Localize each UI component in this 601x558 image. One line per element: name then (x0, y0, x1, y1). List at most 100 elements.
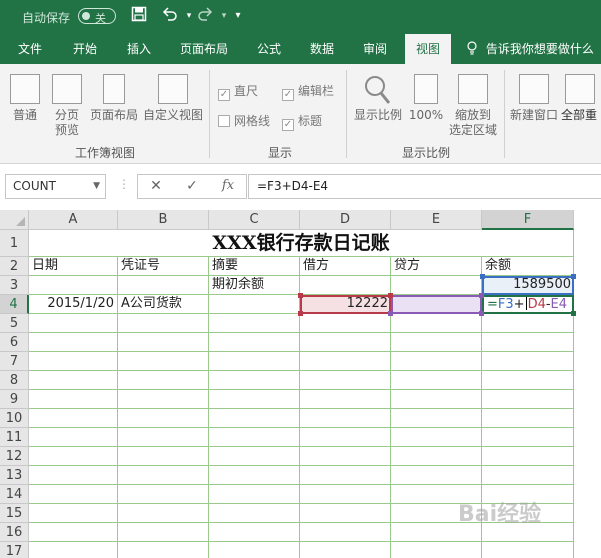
cell-c2[interactable]: 摘要 (209, 257, 300, 276)
fill-handle[interactable] (571, 311, 576, 316)
row-header-3[interactable]: 3 (0, 276, 29, 295)
cell-c12[interactable] (209, 447, 300, 466)
cell-d13[interactable] (300, 466, 391, 485)
tab-formulas[interactable]: 公式 (247, 34, 291, 64)
cell-c10[interactable] (209, 409, 300, 428)
enter-icon[interactable]: ✓ (182, 178, 202, 194)
cell-b10[interactable] (118, 409, 209, 428)
row-header-5[interactable]: 5 (0, 314, 29, 333)
select-all-corner[interactable] (0, 210, 29, 230)
cell-e6[interactable] (391, 333, 482, 352)
cell-e10[interactable] (391, 409, 482, 428)
row-header-11[interactable]: 11 (0, 428, 29, 447)
cell-d4[interactable]: 12222 (300, 295, 391, 314)
cell-f8[interactable] (482, 371, 574, 390)
more-options-icon[interactable]: ⋮ (118, 177, 130, 191)
column-header-e[interactable]: E (391, 210, 482, 230)
column-header-d[interactable]: D (300, 210, 391, 230)
column-header-b[interactable]: B (118, 210, 209, 230)
cell-b6[interactable] (118, 333, 209, 352)
sheet-title-cell[interactable]: XXX银行存款日记账 (29, 230, 574, 257)
cell-c8[interactable] (209, 371, 300, 390)
cell-a8[interactable] (29, 371, 118, 390)
ref-handle[interactable] (479, 293, 484, 298)
formula-input[interactable]: =F3+D4-E4 (248, 174, 601, 199)
cell-b9[interactable] (118, 390, 209, 409)
tab-review[interactable]: 审阅 (353, 34, 397, 64)
ref-handle[interactable] (298, 293, 303, 298)
cell-f5[interactable] (482, 314, 574, 333)
cell-b17[interactable] (118, 542, 209, 558)
zoom-button[interactable]: 显示比例 (352, 74, 404, 123)
tab-data[interactable]: 数据 (300, 34, 344, 64)
tab-page-layout[interactable]: 页面布局 (172, 34, 236, 64)
cell-b5[interactable] (118, 314, 209, 333)
cell-b11[interactable] (118, 428, 209, 447)
cell-f6[interactable] (482, 333, 574, 352)
row-header-4[interactable]: 4 (0, 295, 29, 314)
page-layout-view-button[interactable]: 页面布局 (88, 74, 140, 123)
column-header-c[interactable]: C (209, 210, 300, 230)
cell-b13[interactable] (118, 466, 209, 485)
row-header-13[interactable]: 13 (0, 466, 29, 485)
cell-b3[interactable] (118, 276, 209, 295)
cell-e13[interactable] (391, 466, 482, 485)
redo-icon[interactable] (195, 6, 215, 28)
cell-a4[interactable]: 2015/1/20 (29, 295, 118, 314)
cell-c4[interactable] (209, 295, 300, 314)
cell-d9[interactable] (300, 390, 391, 409)
cell-f3[interactable]: 1589500 (482, 276, 574, 295)
headings-checkbox[interactable]: ✓ 标题 (282, 112, 322, 131)
cell-f9[interactable] (482, 390, 574, 409)
cell-b7[interactable] (118, 352, 209, 371)
name-box[interactable]: COUNT ▼ (5, 174, 106, 199)
arrange-all-button[interactable]: 全部重 (561, 74, 601, 123)
tab-view[interactable]: 视图 (405, 34, 451, 64)
cell-a17[interactable] (29, 542, 118, 558)
cell-d2[interactable]: 借方 (300, 257, 391, 276)
cell-a13[interactable] (29, 466, 118, 485)
ref-handle[interactable] (388, 311, 393, 316)
ref-handle[interactable] (480, 274, 485, 279)
cell-e12[interactable] (391, 447, 482, 466)
cell-c7[interactable] (209, 352, 300, 371)
tab-insert[interactable]: 插入 (117, 34, 161, 64)
column-header-f[interactable]: F (482, 210, 574, 230)
cell-f17[interactable] (482, 542, 574, 558)
row-header-17[interactable]: 17 (0, 542, 29, 558)
new-window-button[interactable]: 新建窗口 (508, 74, 560, 123)
row-header-9[interactable]: 9 (0, 390, 29, 409)
row-header-12[interactable]: 12 (0, 447, 29, 466)
cancel-icon[interactable]: ✕ (146, 178, 166, 194)
cell-d12[interactable] (300, 447, 391, 466)
cell-f11[interactable] (482, 428, 574, 447)
cell-b14[interactable] (118, 485, 209, 504)
cell-f7[interactable] (482, 352, 574, 371)
zoom-to-selection-button[interactable]: 缩放到 选定区域 (446, 74, 500, 138)
cell-e5[interactable] (391, 314, 482, 333)
tab-file[interactable]: 文件 (8, 34, 52, 64)
cell-c15[interactable] (209, 504, 300, 523)
cell-a7[interactable] (29, 352, 118, 371)
cell-a2[interactable]: 日期 (29, 257, 118, 276)
cell-c13[interactable] (209, 466, 300, 485)
cell-c11[interactable] (209, 428, 300, 447)
cell-c17[interactable] (209, 542, 300, 558)
cell-a11[interactable] (29, 428, 118, 447)
cell-d11[interactable] (300, 428, 391, 447)
cell-c9[interactable] (209, 390, 300, 409)
formula-bar-checkbox[interactable]: ✓ 编辑栏 (282, 82, 334, 101)
cell-e8[interactable] (391, 371, 482, 390)
row-header-16[interactable]: 16 (0, 523, 29, 542)
cell-d5[interactable] (300, 314, 391, 333)
row-header-6[interactable]: 6 (0, 333, 29, 352)
ruler-checkbox[interactable]: ✓ 直尺 (218, 82, 258, 101)
normal-view-button[interactable]: 普通 (6, 74, 44, 123)
column-header-a[interactable]: A (29, 210, 118, 230)
chevron-down-icon[interactable]: ▼ (93, 175, 100, 198)
cell-c16[interactable] (209, 523, 300, 542)
cell-f10[interactable] (482, 409, 574, 428)
autosave-toggle[interactable]: 关 (78, 8, 116, 25)
row-header-10[interactable]: 10 (0, 409, 29, 428)
cell-b4[interactable]: A公司货款 (118, 295, 209, 314)
